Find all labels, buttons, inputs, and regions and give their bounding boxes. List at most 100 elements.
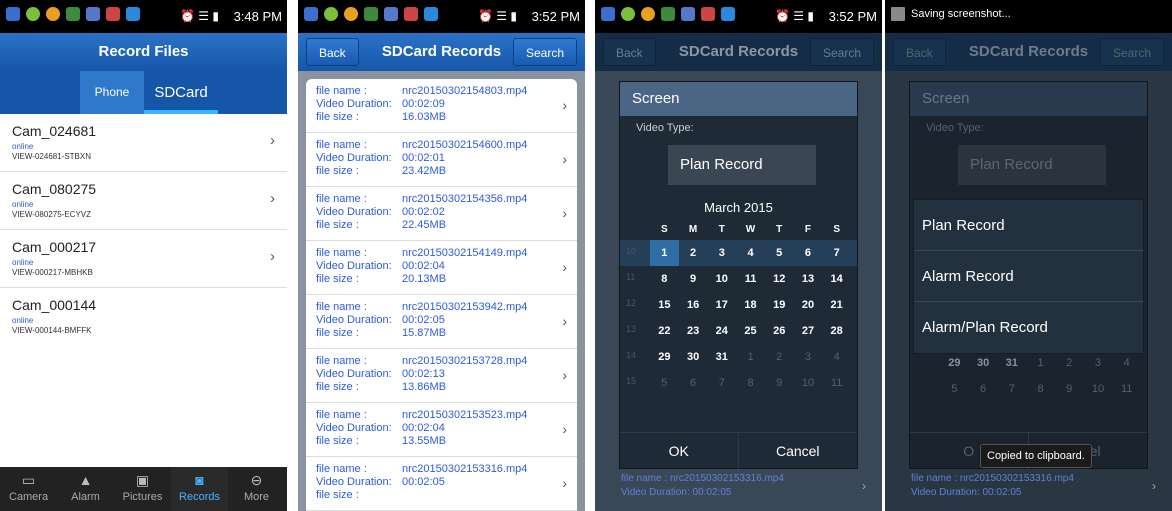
- record-list-item[interactable]: file name : Video Duration: file size : nrc…: [306, 295, 577, 349]
- calendar-day[interactable]: 9: [1055, 376, 1084, 402]
- calendar-day[interactable]: 30: [679, 344, 708, 370]
- calendar-day[interactable]: 11: [822, 370, 851, 396]
- camera-list-item[interactable]: Cam_000217 online VIEW-000217-MBHKB ›: [0, 230, 287, 288]
- menu-item-plan-record[interactable]: Plan Record: [914, 200, 1143, 251]
- calendar-day[interactable]: 6: [679, 370, 708, 396]
- calendar-day[interactable]: 2: [679, 240, 708, 266]
- back-button[interactable]: Back: [603, 38, 656, 66]
- calendar-day[interactable]: 3: [794, 344, 823, 370]
- weekday-label: W: [745, 224, 756, 235]
- calendar-day[interactable]: 13: [794, 266, 823, 292]
- calendar-day[interactable]: 1: [736, 344, 765, 370]
- calendar-day[interactable]: 28: [822, 318, 851, 344]
- calendar-day[interactable]: 20: [794, 292, 823, 318]
- video-type-dropdown[interactable]: Plan Record: [958, 145, 1106, 185]
- record-list-item[interactable]: file name : Video Duration: file size : nrc…: [306, 187, 577, 241]
- record-list-item[interactable]: file name : Video Duration: file size : nrc…: [306, 241, 577, 295]
- calendar-day[interactable]: 6: [969, 376, 998, 402]
- calendar-day[interactable]: 7: [707, 370, 736, 396]
- calendar-day[interactable]: 10: [707, 266, 736, 292]
- calendar-day[interactable]: 11: [1112, 376, 1141, 402]
- camera-list-item[interactable]: Cam_080275 online VIEW-080275-ECYVZ ›: [0, 172, 287, 230]
- file-name-value: nrc20150302153728.mp4: [402, 355, 528, 367]
- calendar-day[interactable]: 31: [707, 344, 736, 370]
- calendar-day[interactable]: 14: [822, 266, 851, 292]
- nav-pictures[interactable]: ▣ Pictures: [114, 467, 171, 511]
- notification-icon: [304, 7, 318, 21]
- nav-more[interactable]: ⊖ More: [228, 467, 285, 511]
- calendar-day[interactable]: 1: [650, 240, 679, 266]
- nav-records[interactable]: ◙ Records: [171, 467, 228, 511]
- calendar-day[interactable]: 8: [1026, 376, 1055, 402]
- file-size-label: file size :: [316, 219, 359, 231]
- calendar-day[interactable]: 29: [650, 344, 679, 370]
- calendar-day[interactable]: 21: [822, 292, 851, 318]
- calendar-day[interactable]: 10: [1084, 376, 1113, 402]
- status-bar: ⏰ ☰ ▮ 3:52 PM: [595, 0, 882, 33]
- tab-phone[interactable]: Phone: [80, 71, 144, 114]
- chevron-right-icon: ›: [270, 248, 275, 265]
- calendar-day[interactable]: 9: [765, 370, 794, 396]
- calendar-day[interactable]: 27: [794, 318, 823, 344]
- back-button[interactable]: Back: [306, 38, 359, 66]
- calendar-day[interactable]: 4: [736, 240, 765, 266]
- calendar-day[interactable]: 6: [794, 240, 823, 266]
- record-list-item[interactable]: file name : Video Duration: file size : nrc…: [306, 457, 577, 511]
- app-icon: [701, 7, 715, 21]
- calendar-day[interactable]: 9: [679, 266, 708, 292]
- calendar-day[interactable]: 5: [765, 240, 794, 266]
- weekday-label: S: [661, 224, 668, 235]
- search-button[interactable]: Search: [512, 38, 577, 66]
- camera-list-item[interactable]: Cam_000144 online VIEW-000144-BMFFK: [0, 288, 287, 346]
- calendar-day[interactable]: 19: [765, 292, 794, 318]
- duration-value: 00:02:02: [402, 206, 445, 218]
- search-button[interactable]: Search: [1099, 38, 1164, 66]
- file-size-label: file size :: [316, 165, 359, 177]
- back-button[interactable]: Back: [893, 38, 946, 66]
- video-type-dropdown[interactable]: Plan Record: [668, 145, 816, 185]
- chevron-right-icon: ›: [562, 313, 567, 329]
- week-number: 13: [626, 324, 637, 334]
- record-list-item[interactable]: file name : Video Duration: file size : nrc…: [306, 79, 577, 133]
- calendar-day[interactable]: 4: [822, 344, 851, 370]
- file-size-value: 13.55MB: [402, 435, 447, 447]
- cancel-button[interactable]: Cancel: [739, 433, 858, 469]
- calendar-day[interactable]: 22: [650, 318, 679, 344]
- weekday-label: T: [776, 224, 783, 235]
- menu-item-alarm-record[interactable]: Alarm Record: [914, 251, 1143, 302]
- calendar-day[interactable]: 2: [765, 344, 794, 370]
- page-title: SDCard Records Back Search: [885, 33, 1172, 71]
- file-size-label: file size :: [316, 435, 359, 447]
- calendar-day[interactable]: 25: [736, 318, 765, 344]
- calendar-day[interactable]: 8: [736, 370, 765, 396]
- camera-list-item[interactable]: Cam_024681 online VIEW-024681-STBXN ›: [0, 114, 287, 172]
- calendar-day[interactable]: 12: [765, 266, 794, 292]
- calendar-day[interactable]: 3: [707, 240, 736, 266]
- calendar-day[interactable]: 15: [650, 292, 679, 318]
- camera-id: VIEW-024681-STBXN: [12, 152, 91, 161]
- calendar-day[interactable]: 23: [679, 318, 708, 344]
- calendar-day[interactable]: 7: [822, 240, 851, 266]
- file-name-value: nrc20150302154149.mp4: [402, 247, 528, 259]
- calendar-day[interactable]: 26: [765, 318, 794, 344]
- menu-item-alarm-plan-record[interactable]: Alarm/Plan Record: [914, 302, 1143, 353]
- calendar-day[interactable]: 16: [679, 292, 708, 318]
- search-button[interactable]: Search: [809, 38, 874, 66]
- record-list-item[interactable]: file name : Video Duration: file size : nrc…: [306, 133, 577, 187]
- calendar-day[interactable]: 10: [794, 370, 823, 396]
- calendar-day[interactable]: 24: [707, 318, 736, 344]
- calendar-day[interactable]: 7: [997, 376, 1026, 402]
- tab-sdcard[interactable]: SDCard: [144, 71, 218, 114]
- record-list-item[interactable]: file name : Video Duration: file size : nrc…: [306, 403, 577, 457]
- duration-label: Video Duration:: [316, 422, 392, 434]
- ok-button[interactable]: OK: [620, 433, 739, 469]
- record-list-item[interactable]: file name : Video Duration: file size : nrc…: [306, 349, 577, 403]
- nav-alarm[interactable]: ▲ Alarm: [57, 467, 114, 511]
- calendar-day[interactable]: 18: [736, 292, 765, 318]
- calendar-day[interactable]: 11: [736, 266, 765, 292]
- calendar-day[interactable]: 17: [707, 292, 736, 318]
- calendar-day[interactable]: 5: [940, 376, 969, 402]
- nav-camera[interactable]: ▭ Camera: [0, 467, 57, 511]
- calendar-day[interactable]: 5: [650, 370, 679, 396]
- calendar-day[interactable]: 8: [650, 266, 679, 292]
